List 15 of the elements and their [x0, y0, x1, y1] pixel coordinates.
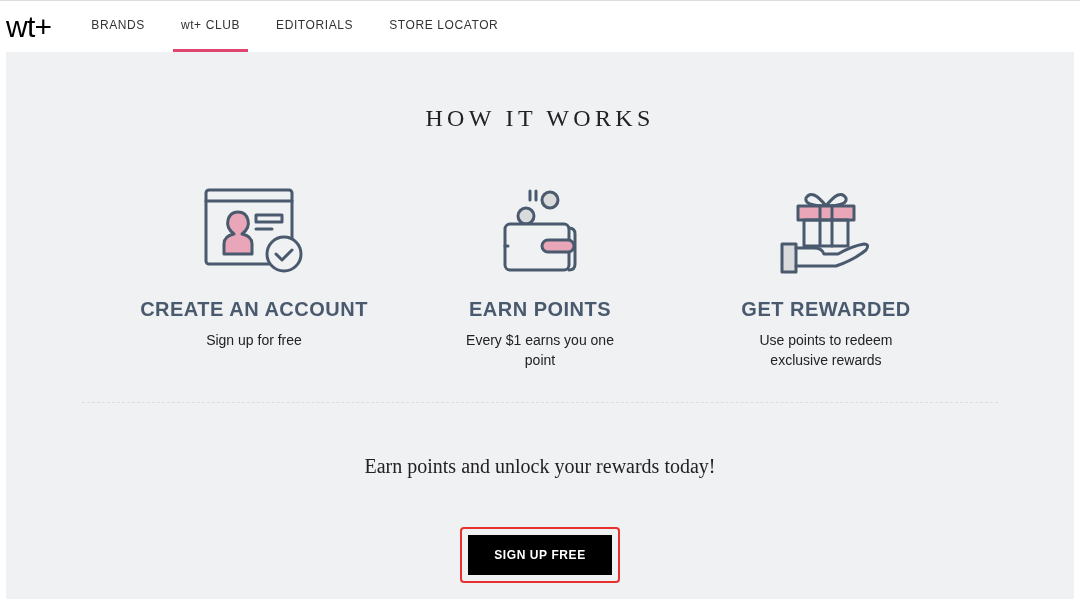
nav-tab[interactable]: EDITORIALS — [268, 1, 362, 52]
step-title: EARN POINTS — [468, 297, 612, 322]
profile-check-icon — [204, 188, 304, 274]
sign-up-button[interactable]: SIGN UP FREE — [468, 535, 612, 575]
section-title: HOW IT WORKS — [425, 104, 655, 133]
step-description: Sign up for free — [205, 331, 303, 350]
tagline: Earn points and unlock your rewards today! — [364, 454, 716, 480]
wallet-coins-icon — [502, 188, 578, 274]
site-logo[interactable]: wt+ — [6, 11, 52, 42]
step-description: Use points to redeem exclusive rewards — [758, 331, 894, 370]
step-description: Every $1 earns you one point — [465, 331, 615, 370]
nav-tab[interactable]: BRANDS — [83, 1, 153, 52]
step-title: CREATE AN ACCOUNT — [140, 297, 368, 322]
step-title: GET REWARDED — [741, 297, 911, 322]
nav-tab[interactable]: STORE LOCATOR — [381, 1, 507, 52]
